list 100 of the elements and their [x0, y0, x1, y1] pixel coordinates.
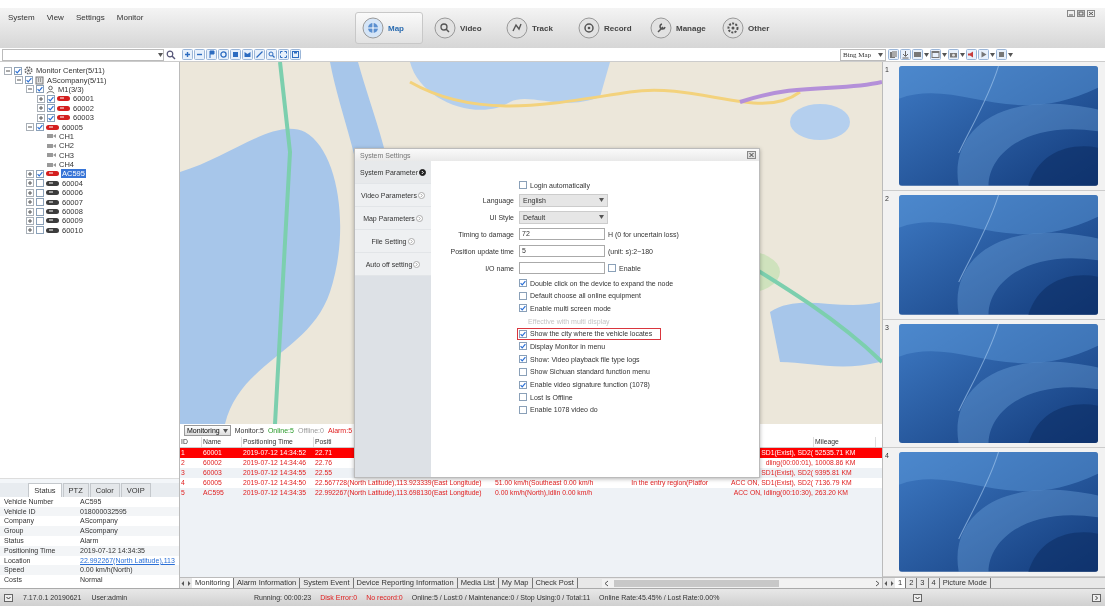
scroll-arrows-icon[interactable]	[883, 578, 895, 588]
checkbox[interactable]	[519, 291, 527, 300]
down-icon[interactable]	[913, 593, 922, 602]
module-tab[interactable]: Video	[427, 12, 495, 44]
square-icon[interactable]	[230, 49, 241, 60]
checkbox[interactable]	[519, 304, 527, 313]
checkbox[interactable]	[36, 170, 44, 178]
copy-icon[interactable]	[888, 49, 899, 60]
menu-item[interactable]: View	[46, 13, 64, 22]
plus-icon[interactable]	[26, 216, 34, 225]
minus-icon[interactable]	[26, 85, 34, 94]
input-field[interactable]	[519, 262, 605, 275]
save-icon[interactable]	[290, 49, 301, 60]
checkbox[interactable]	[519, 181, 527, 190]
caret-icon[interactable]	[158, 52, 163, 57]
plus-icon[interactable]	[37, 94, 45, 103]
circle-icon[interactable]	[218, 49, 229, 60]
checkbox[interactable]	[36, 216, 44, 225]
close-icon[interactable]	[747, 151, 756, 159]
caret-icon[interactable]	[599, 198, 604, 203]
window-icon[interactable]	[930, 49, 941, 60]
module-tab[interactable]: Manage	[643, 12, 711, 44]
search-icon[interactable]	[266, 49, 277, 60]
download-icon[interactable]	[900, 49, 911, 60]
caret-icon[interactable]	[924, 52, 929, 57]
plus-icon[interactable]	[26, 198, 34, 207]
checkbox[interactable]	[36, 226, 44, 235]
checkbox[interactable]	[608, 264, 616, 273]
checkbox[interactable]	[519, 342, 527, 351]
scroll-arrows-icon[interactable]	[180, 578, 192, 588]
close-icon[interactable]	[1087, 10, 1095, 17]
caret-icon[interactable]	[990, 52, 995, 57]
expand-icon[interactable]	[1092, 593, 1101, 602]
zoom-out-icon[interactable]	[194, 49, 205, 60]
checkbox[interactable]	[36, 188, 44, 197]
line-icon[interactable]	[254, 49, 265, 60]
polygon-icon[interactable]	[242, 49, 253, 60]
restore-icon[interactable]	[1077, 10, 1085, 17]
module-tab[interactable]: Map	[355, 12, 423, 44]
checkbox[interactable]	[36, 198, 44, 207]
search-field[interactable]	[2, 48, 164, 61]
plus-icon[interactable]	[37, 113, 45, 122]
scrollbar[interactable]	[602, 578, 882, 588]
checkbox[interactable]	[36, 85, 44, 94]
plus-icon[interactable]	[26, 226, 34, 235]
arrow-icon	[417, 191, 425, 199]
flag-icon[interactable]	[206, 49, 217, 60]
caret-icon[interactable]	[942, 52, 947, 57]
module-tab[interactable]: Track	[499, 12, 567, 44]
gear-icon	[722, 17, 744, 39]
checkbox[interactable]	[519, 329, 527, 338]
play-icon[interactable]	[978, 49, 989, 60]
caret-icon[interactable]	[878, 52, 883, 57]
checkbox[interactable]	[47, 113, 55, 122]
checkbox[interactable]	[36, 179, 44, 188]
checkbox[interactable]	[519, 393, 527, 402]
minimize-icon[interactable]	[1067, 10, 1075, 17]
arrow-icon	[415, 214, 423, 222]
minus-icon[interactable]	[4, 66, 12, 75]
plus-icon[interactable]	[26, 188, 34, 197]
menu-item[interactable]: System	[8, 13, 35, 22]
checkbox[interactable]	[36, 123, 44, 132]
building-icon	[35, 75, 44, 85]
fullscreen-icon[interactable]	[278, 49, 289, 60]
minus-icon[interactable]	[15, 76, 23, 85]
screen-icon[interactable]	[912, 49, 923, 60]
caret-icon[interactable]	[1008, 52, 1013, 57]
caret-icon[interactable]	[960, 52, 965, 57]
menu-item[interactable]: Settings	[75, 13, 105, 22]
checkbox[interactable]	[519, 367, 527, 376]
camera-icon[interactable]	[948, 49, 959, 60]
plus-icon[interactable]	[26, 207, 34, 216]
camera-icon	[47, 142, 56, 149]
module-tab[interactable]: Record	[571, 12, 639, 44]
gear-icon	[24, 66, 33, 76]
caret-icon[interactable]	[599, 215, 604, 220]
checkbox[interactable]	[519, 279, 527, 288]
checkbox[interactable]	[25, 76, 33, 85]
checkbox[interactable]	[519, 355, 527, 364]
checkbox[interactable]	[47, 104, 55, 113]
window-icon[interactable]	[4, 593, 13, 602]
checkbox[interactable]	[519, 405, 527, 414]
disc-icon	[578, 17, 600, 39]
plus-icon[interactable]	[26, 170, 34, 178]
arrow-icon	[407, 237, 415, 245]
checkbox[interactable]	[14, 66, 22, 75]
minus-icon[interactable]	[26, 123, 34, 132]
checkbox[interactable]	[36, 207, 44, 216]
checkbox[interactable]	[47, 94, 55, 103]
plus-icon[interactable]	[37, 104, 45, 113]
stop-icon[interactable]	[996, 49, 1007, 60]
plus-icon[interactable]	[26, 179, 34, 188]
zoom-in-icon[interactable]	[182, 49, 193, 60]
route-icon	[506, 17, 528, 39]
checkbox[interactable]	[519, 380, 527, 389]
module-tab[interactable]: Other	[715, 12, 783, 44]
search-icon[interactable]	[166, 49, 176, 60]
caret-icon[interactable]	[222, 428, 228, 433]
menu-item[interactable]: Monitor	[116, 13, 144, 22]
speaker-icon[interactable]	[966, 49, 977, 60]
